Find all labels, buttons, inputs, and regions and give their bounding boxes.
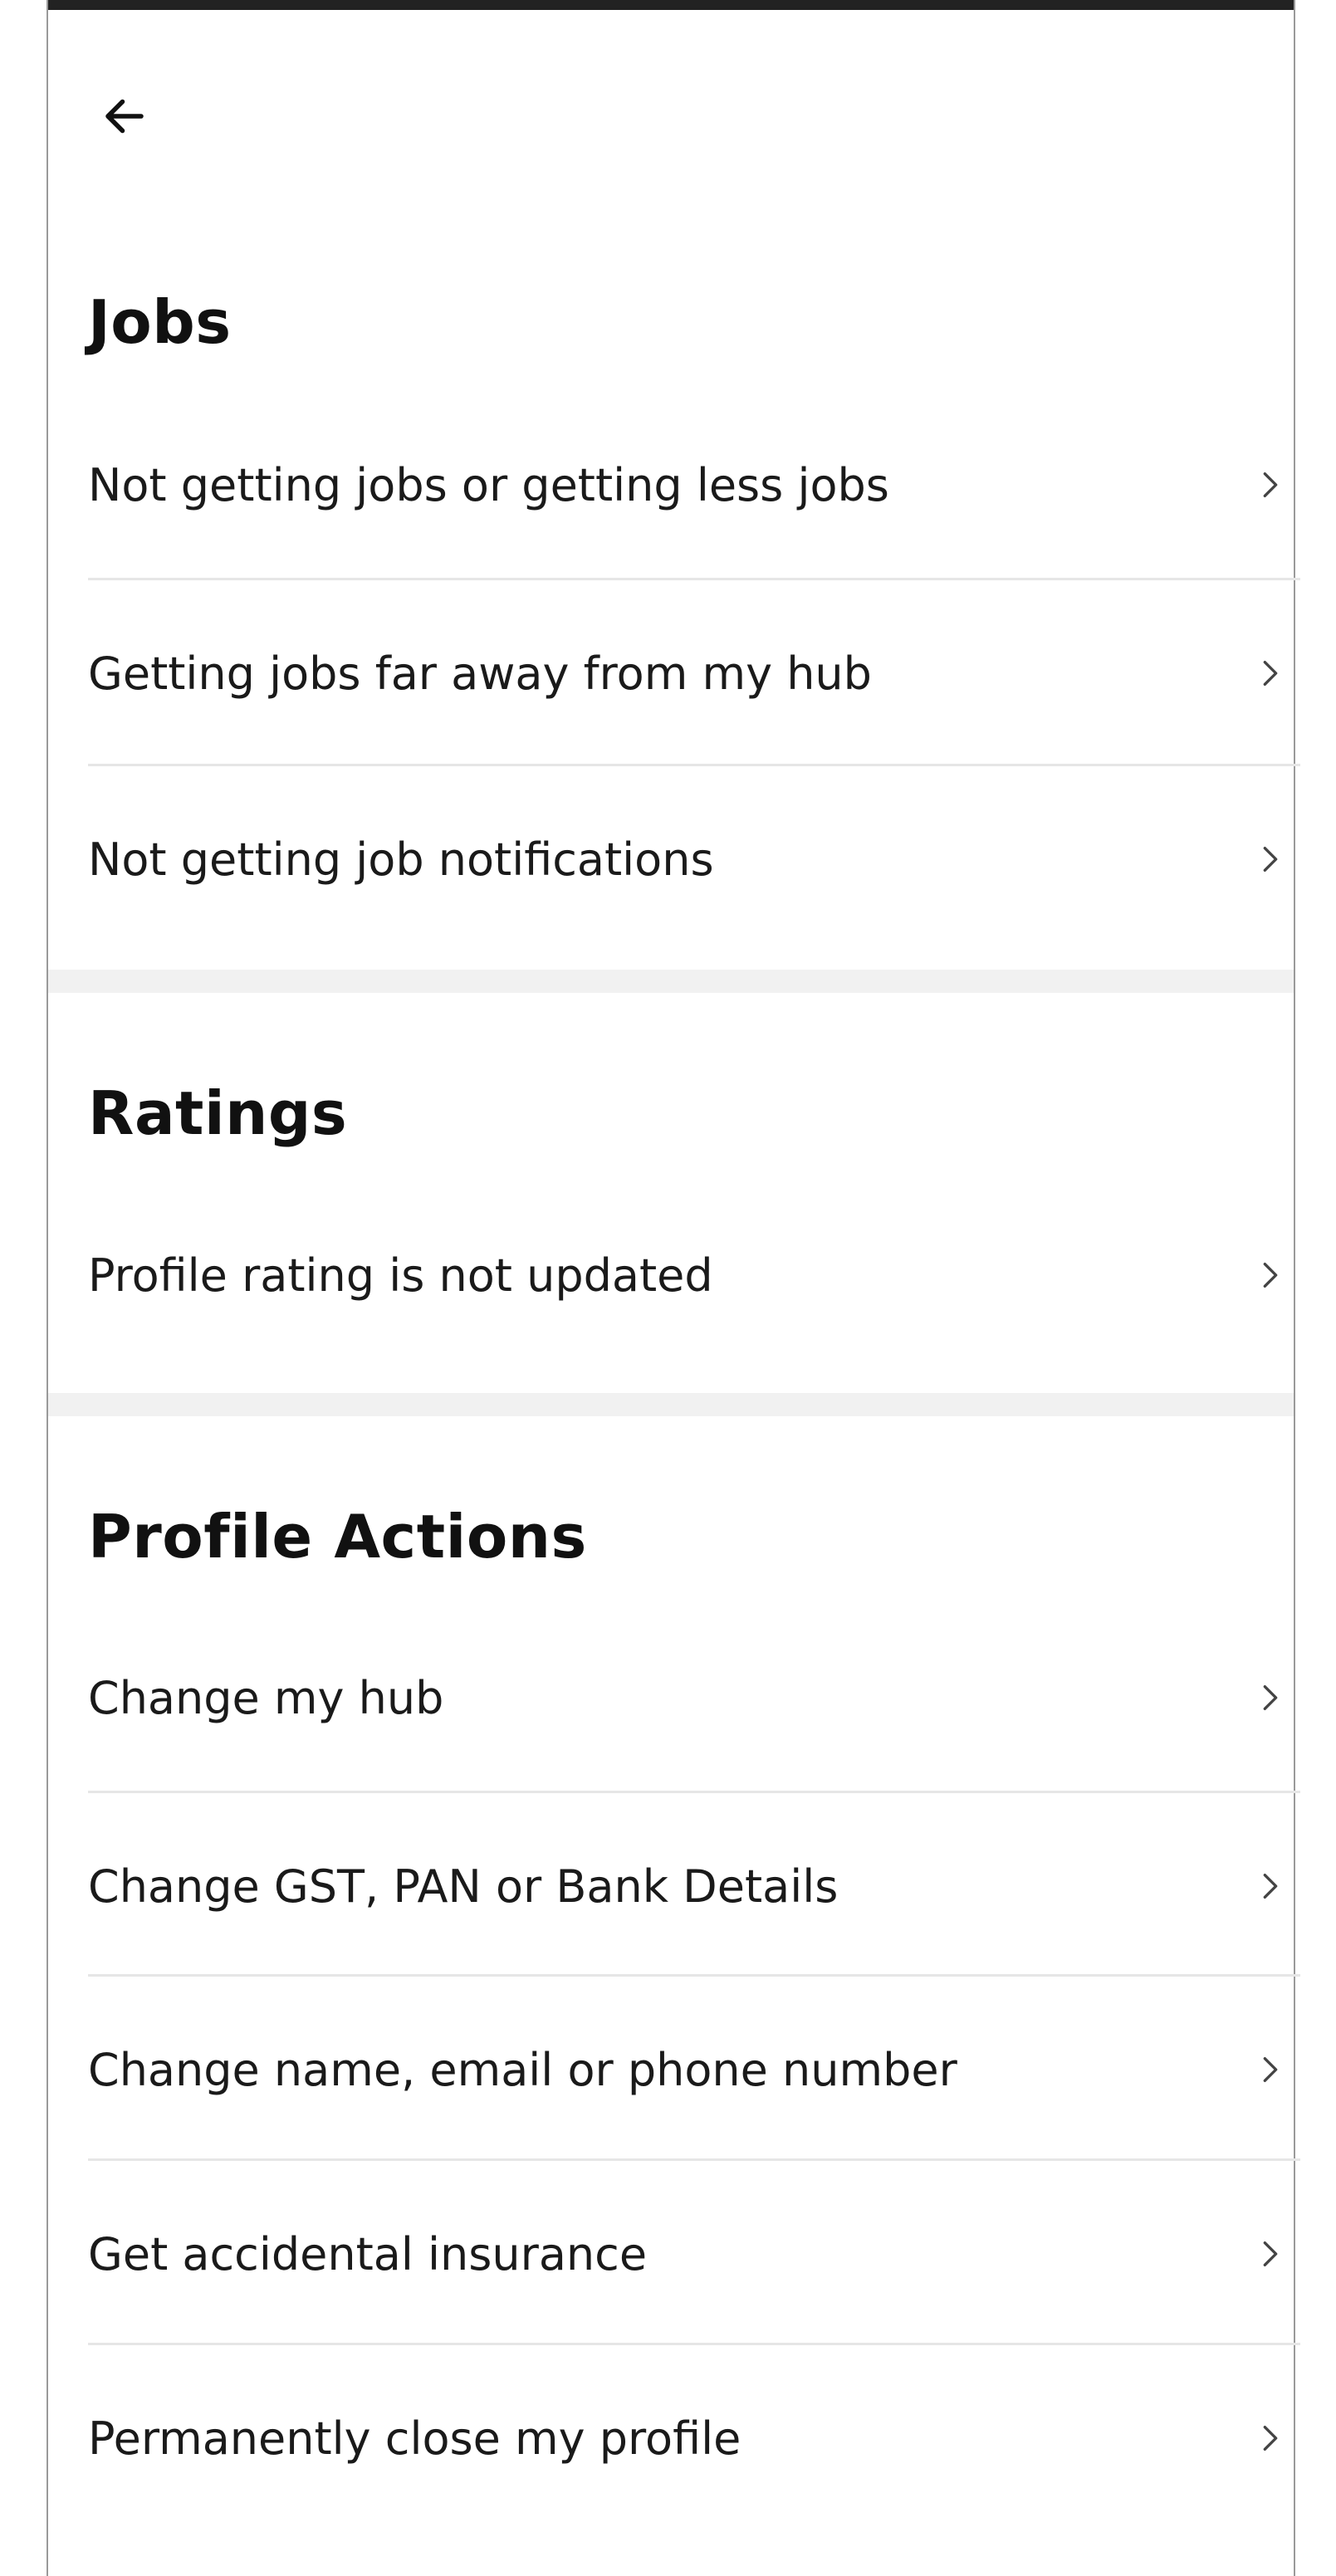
section-title-ratings: Ratings [88, 1078, 348, 1148]
chevron-right-icon [1245, 2229, 1295, 2279]
chevron-right-icon [1245, 1673, 1295, 1723]
back-button[interactable] [91, 83, 158, 149]
list-item-no-job-notifications[interactable]: Not getting job notifications [88, 766, 1300, 952]
section-title-jobs: Jobs [88, 287, 232, 357]
chevron-right-icon [1245, 2045, 1295, 2095]
list-item-label: Not getting jobs or getting less jobs [88, 458, 889, 511]
section-title-profile-actions: Profile Actions [88, 1502, 587, 1572]
list-item-label: Get accidental insurance [88, 2227, 648, 2280]
list-item-change-gst-pan-bank[interactable]: Change GST, PAN or Bank Details [88, 1793, 1300, 1979]
list-item-change-hub[interactable]: Change my hub [88, 1605, 1300, 1791]
screen: Jobs Not getting jobs or getting less jo… [46, 0, 1300, 2576]
list-item-label: Permanently close my profile [88, 2412, 741, 2465]
list-item-profile-rating[interactable]: Profile rating is not updated [88, 1182, 1300, 1368]
chevron-right-icon [1245, 648, 1295, 698]
arrow-left-icon [105, 99, 144, 134]
list-item-accidental-insurance[interactable]: Get accidental insurance [88, 2161, 1300, 2347]
list-item-label: Change my hub [88, 1671, 444, 1724]
chevron-right-icon [1245, 2413, 1295, 2463]
list-item-label: Change GST, PAN or Bank Details [88, 1860, 839, 1913]
list-item-label: Change name, email or phone number [88, 2043, 957, 2096]
list-item-close-profile[interactable]: Permanently close my profile [88, 2345, 1300, 2531]
section-separator [48, 970, 1294, 993]
list-item-change-name-email-phone[interactable]: Change name, email or phone number [88, 1977, 1300, 2163]
section-separator [48, 1393, 1294, 1416]
list-item-jobs-far-away[interactable]: Getting jobs far away from my hub [88, 580, 1300, 766]
chevron-right-icon [1245, 1250, 1295, 1300]
status-bar-edge [48, 0, 1294, 10]
chevron-right-icon [1245, 460, 1295, 510]
list-item-label: Not getting job notifications [88, 833, 714, 886]
list-item-label: Profile rating is not updated [88, 1249, 713, 1302]
list-item-not-getting-jobs[interactable]: Not getting jobs or getting less jobs [88, 392, 1300, 578]
chevron-right-icon [1245, 1861, 1295, 1911]
chevron-right-icon [1245, 834, 1295, 884]
list-item-label: Getting jobs far away from my hub [88, 647, 872, 700]
